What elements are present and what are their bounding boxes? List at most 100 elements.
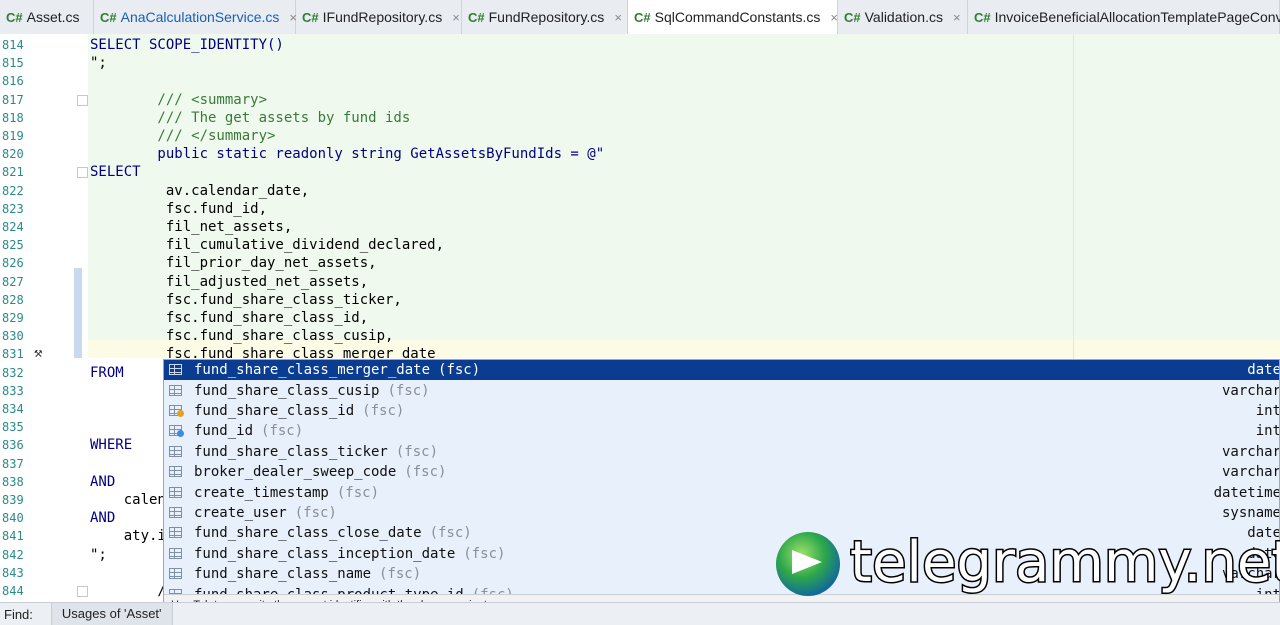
code-line[interactable]: fil_cumulative_dividend_declared, [90,236,444,254]
code-line[interactable]: SELECT SCOPE_IDENTITY() [90,36,284,54]
code-line[interactable]: AND [90,509,115,527]
completion-item-source: (fsc) [336,484,380,501]
completion-item-type: int [1255,423,1280,440]
code-line[interactable]: aty.i [90,527,166,545]
line-number: 841 [2,529,24,544]
code-line[interactable]: /// </summary> [90,127,275,145]
completion-item[interactable]: fund_id (fsc) int [164,421,1280,441]
completion-item[interactable]: broker_dealer_sweep_code (fsc) varchar [164,462,1280,482]
code-line[interactable]: "; [90,54,107,72]
completion-item-type: varchar [1221,464,1280,481]
tool-window-bar: Find: Usages of 'Asset' [0,602,1280,625]
code-line[interactable]: fil_net_assets, [90,218,292,236]
tab-asset-cs[interactable]: C# Asset.cs [0,0,94,34]
tab-anacalculationservice-cs[interactable]: C# AnaCalculationService.cs × [94,0,297,34]
line-number: 818 [2,110,24,125]
line-number: 817 [2,92,24,107]
fold-marker[interactable] [77,167,88,179]
line-number: 833 [2,383,24,398]
tab-label: SqlCommandConstants.cs [654,9,821,25]
fold-marker[interactable] [77,586,88,597]
completion-item[interactable]: fund_share_class_id (fsc) int [164,401,1280,421]
tab-validation-cs[interactable]: C# Validation.cs × [838,0,968,34]
fold-marker[interactable] [77,94,88,106]
close-icon[interactable]: × [953,10,961,25]
completion-item[interactable]: create_user (fsc) sysname [164,503,1280,523]
line-number: 822 [2,183,24,198]
close-icon[interactable]: × [830,10,838,25]
completion-item-source: (fsc) [294,504,337,521]
completion-item-source: (fsc) [362,402,405,419]
tab-label: AnaCalculationService.cs [120,9,280,25]
tab-label: Validation.cs [864,9,943,25]
csharp-file-icon: C# [302,9,319,25]
tab-sqlcommandconstants-cs[interactable]: C# SqlCommandConstants.cs × [628,0,838,34]
line-number: 830 [2,329,24,344]
watermark-text: telegrammy.net [848,529,1280,597]
completion-item-type: sysname [1221,504,1280,521]
code-line[interactable]: fil_adjusted_net_assets, [90,273,368,291]
completion-item[interactable]: fund_share_class_ticker (fsc) varchar [164,442,1280,462]
completion-item[interactable]: fund_share_class_merger_date (fsc) date [164,360,1279,381]
completion-item[interactable]: fund_share_class_cusip (fsc) varchar [164,380,1279,400]
close-icon[interactable]: × [614,10,622,25]
completion-item[interactable]: create_timestamp (fsc) datetime [164,482,1280,502]
code-line[interactable]: /// <summary> [90,91,267,109]
paper-plane-icon [792,550,822,574]
completion-item-name: fund_share_class_ticker [194,443,388,460]
completion-item-type: datetime [1213,484,1280,501]
tab-label: Asset.cs [26,9,80,25]
code-line[interactable]: / [90,582,165,600]
column-icon [168,526,184,540]
completion-item-name: fund_share_class_cusip [194,382,380,399]
completion-item-name: create_user [194,504,287,521]
code-line[interactable]: calen [90,491,166,509]
line-number: 838 [2,474,24,489]
watermark: telegrammy.net [776,529,1280,600]
csharp-file-icon: C# [6,9,23,25]
code-line[interactable]: public static readonly string GetAssetsB… [90,145,604,163]
line-number: 840 [2,511,24,526]
completion-item-name: fund_share_class_id [194,402,355,419]
code-line[interactable]: av.calendar_date, [90,182,309,200]
tab-invoicebeneficialallocationtemplatepageconve[interactable]: C# InvoiceBeneficialAllocationTemplatePag… [968,0,1280,34]
csharp-file-icon: C# [100,9,117,25]
line-number: 825 [2,238,24,253]
vcs-change-marker [74,268,82,358]
tab-label: FundRepository.cs [488,9,605,25]
line-number: 831 [2,347,24,362]
code-line[interactable]: fsc.fund_share_class_cusip, [90,327,394,345]
completion-item-source: (fsc) [379,566,422,583]
completion-item-type: int [1255,402,1280,419]
completion-item-source: (fsc) [387,382,430,399]
hammer-icon[interactable]: ⚒ [34,345,42,361]
code-line[interactable]: AND [90,473,115,491]
tab-ifundrepository-cs[interactable]: C# IFundRepository.cs × [296,0,462,34]
completion-item-type: varchar [1221,443,1280,460]
code-line[interactable]: "; [90,546,107,564]
line-number: 843 [2,565,24,580]
line-number: 823 [2,201,24,216]
usages-tab[interactable]: Usages of 'Asset' [50,603,173,625]
completion-item-name: create_timestamp [194,484,329,501]
tab-label: InvoiceBeneficialAllocationTemplatePageC… [994,9,1280,25]
code-line[interactable]: fsc.fund_share_class_id, [90,309,368,327]
code-line[interactable]: FROM [90,364,124,382]
line-number: 832 [2,365,24,380]
code-line[interactable]: fil_prior_day_net_assets, [90,254,377,272]
code-line[interactable]: fsc.fund_share_class_ticker, [90,291,402,309]
code-line[interactable]: fsc.fund_id, [90,200,267,218]
column-icon [168,567,184,581]
tab-label: IFundRepository.cs [322,9,443,25]
code-line[interactable]: WHERE [90,436,132,454]
tab-fundrepository-cs[interactable]: C# FundRepository.cs × [462,0,628,34]
column-icon [168,363,184,377]
code-line[interactable]: SELECT [90,163,141,181]
line-number: 819 [2,129,24,143]
line-number: 834 [2,402,24,416]
key-column-icon [168,404,184,418]
line-number: 836 [2,438,24,453]
close-icon[interactable]: × [452,10,460,25]
line-number: 815 [2,56,24,71]
code-line[interactable]: /// The get assets by fund ids [90,109,410,127]
